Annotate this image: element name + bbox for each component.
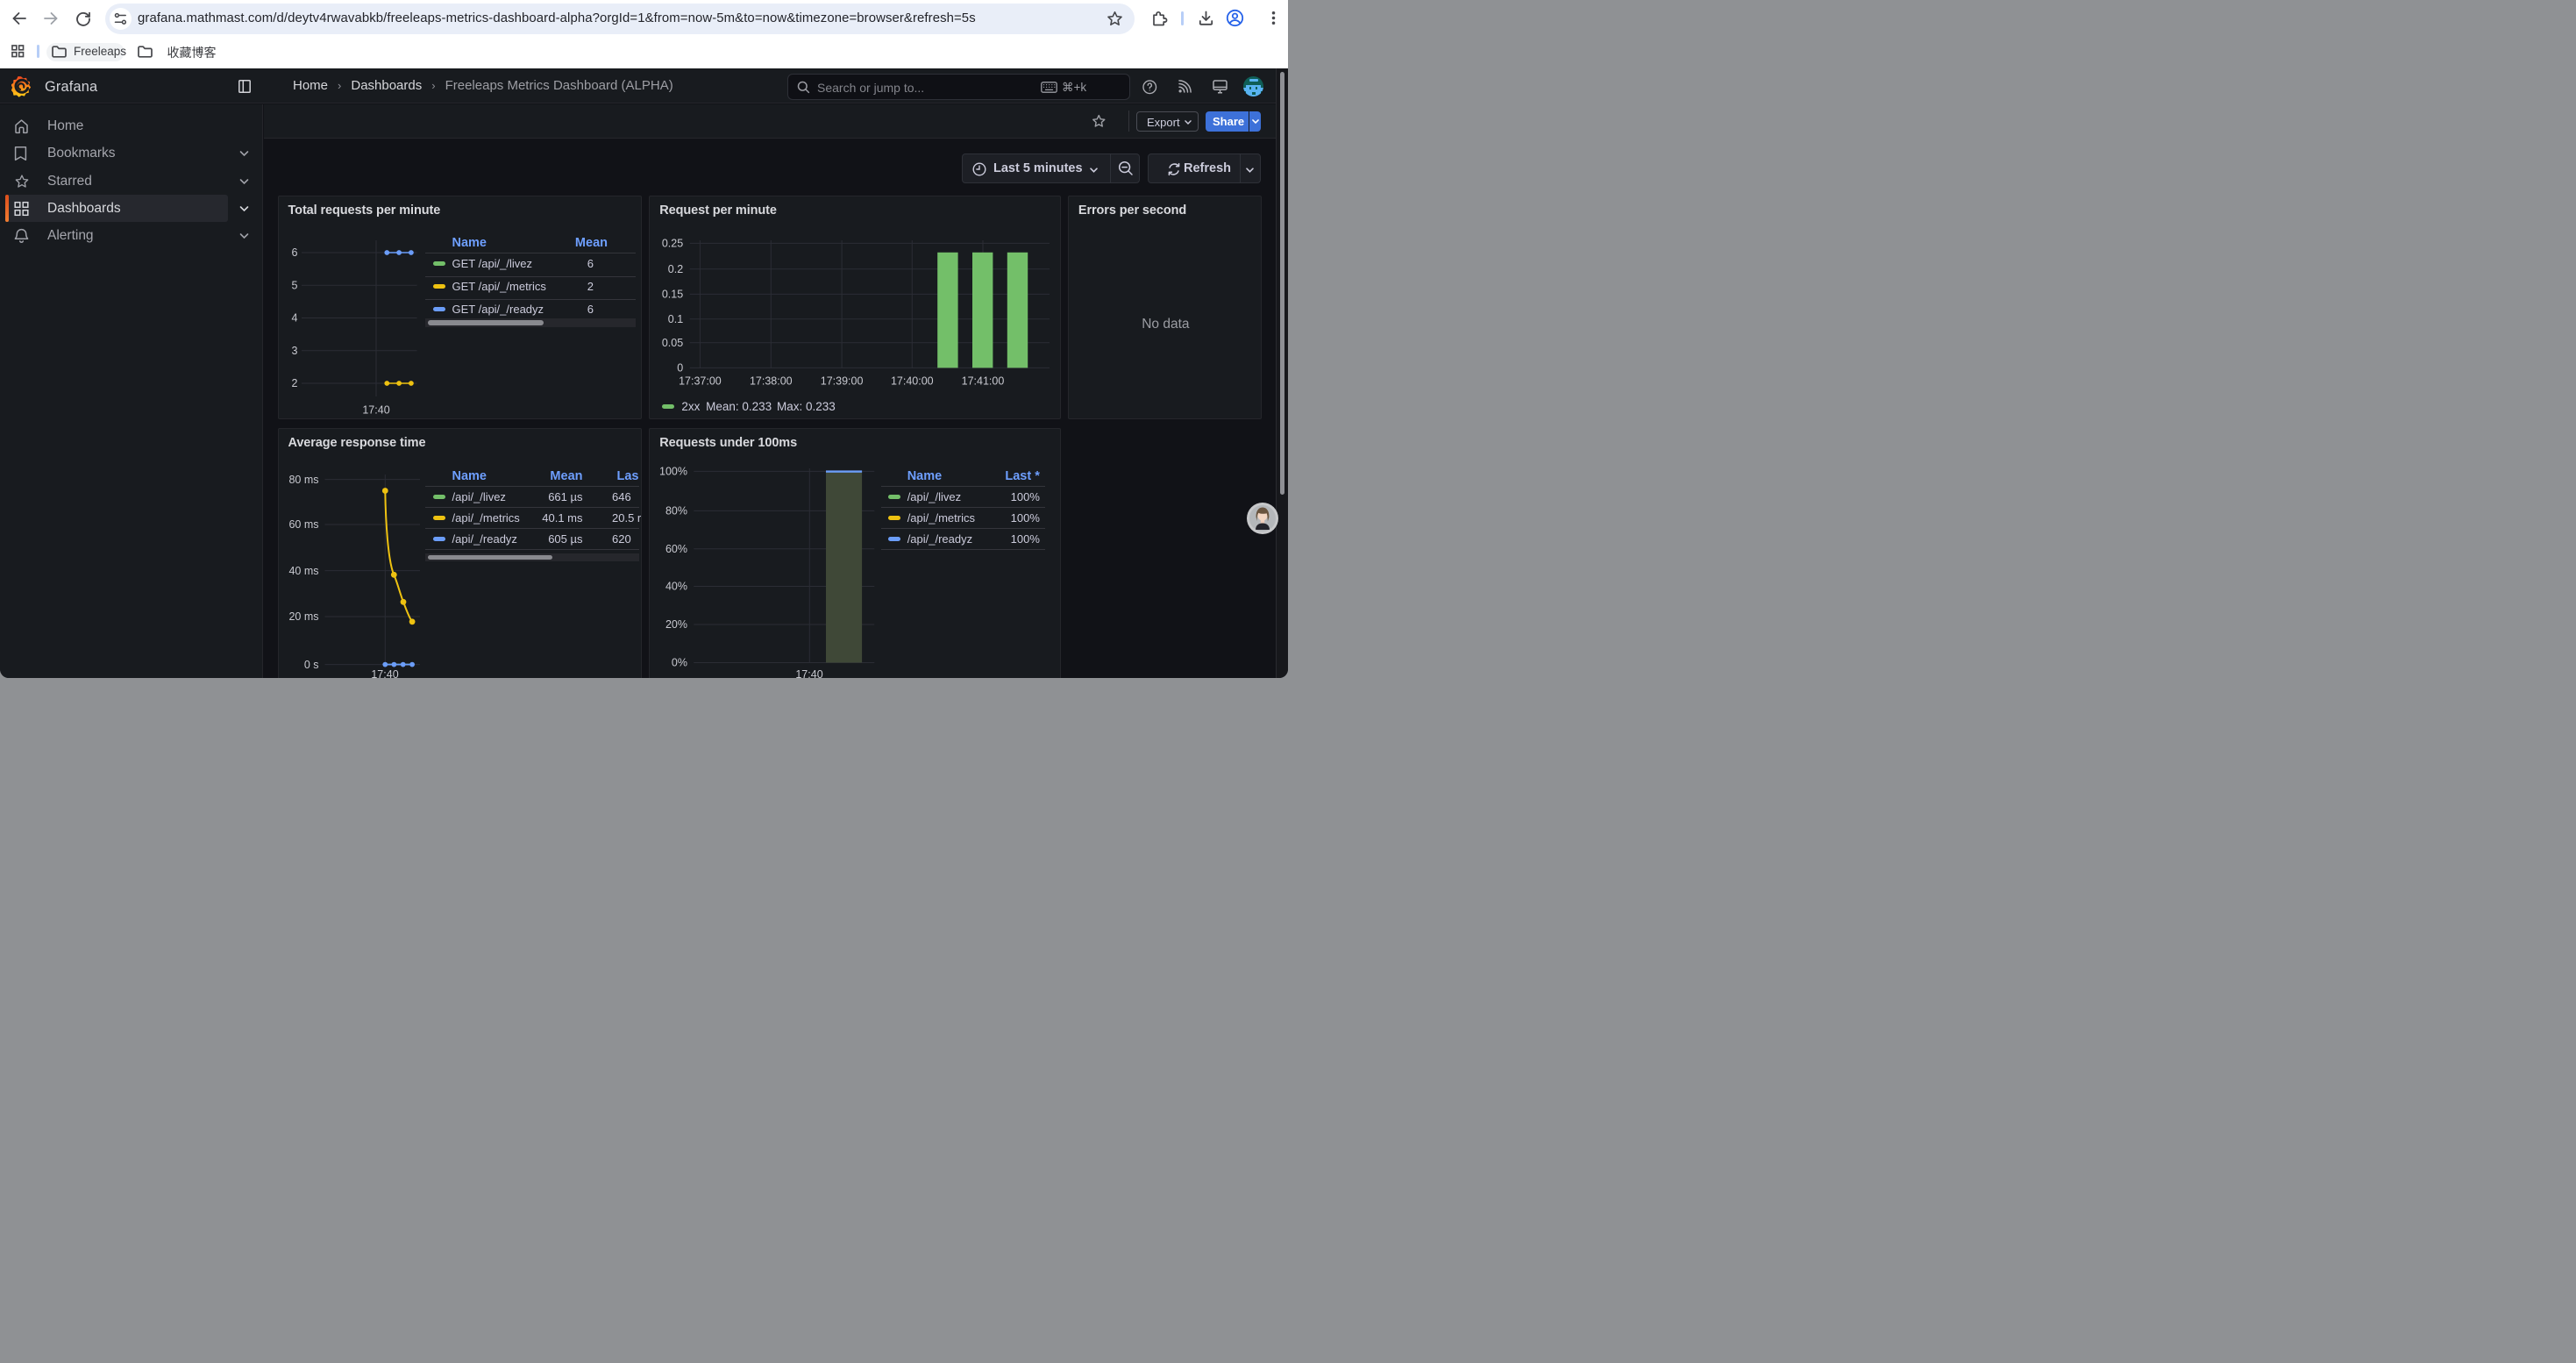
svg-text:0 s: 0 s — [303, 659, 318, 671]
svg-text:17:40: 17:40 — [362, 404, 389, 417]
svg-text:0.1: 0.1 — [668, 313, 683, 325]
svg-text:17:37:00: 17:37:00 — [679, 375, 722, 388]
svg-text:20 ms: 20 ms — [288, 610, 318, 623]
svg-text:17:38:00: 17:38:00 — [750, 375, 793, 388]
svg-text:0%: 0% — [672, 657, 687, 669]
svg-text:0.25: 0.25 — [662, 238, 683, 250]
svg-text:0.05: 0.05 — [662, 337, 683, 349]
svg-text:17:39:00: 17:39:00 — [821, 375, 864, 388]
svg-text:40 ms: 40 ms — [288, 565, 318, 577]
svg-text:20%: 20% — [665, 618, 687, 631]
svg-text:0: 0 — [678, 362, 684, 375]
svg-text:40%: 40% — [665, 581, 687, 593]
svg-text:17:41:00: 17:41:00 — [962, 375, 1005, 388]
svg-text:0.15: 0.15 — [662, 289, 683, 301]
svg-text:2: 2 — [291, 377, 297, 389]
svg-text:17:40: 17:40 — [796, 668, 823, 677]
svg-text:17:40:00: 17:40:00 — [891, 375, 934, 388]
svg-text:0.2: 0.2 — [668, 263, 683, 275]
svg-text:17:40: 17:40 — [371, 668, 398, 677]
svg-text:3: 3 — [291, 345, 297, 357]
